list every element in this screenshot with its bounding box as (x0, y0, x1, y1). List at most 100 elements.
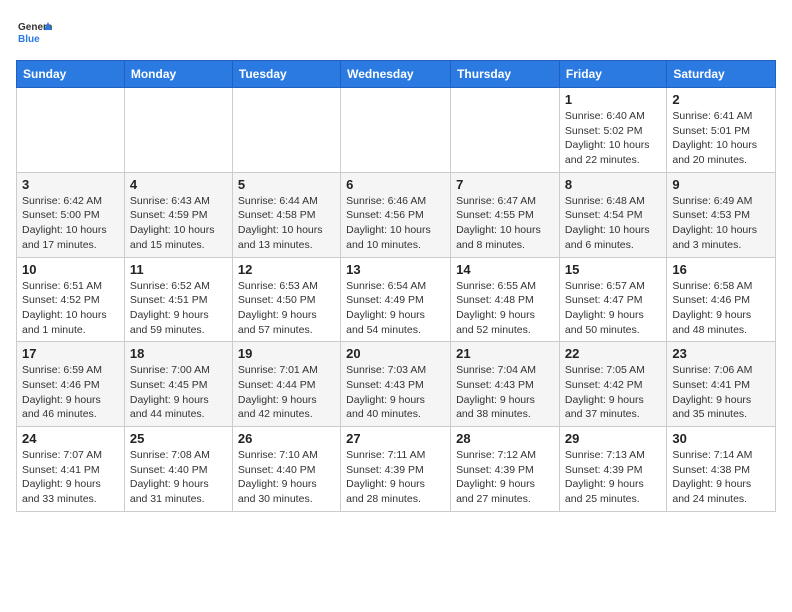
day-info: Sunrise: 6:58 AM Sunset: 4:46 PM Dayligh… (672, 279, 770, 338)
calendar-cell: 7Sunrise: 6:47 AM Sunset: 4:55 PM Daylig… (451, 172, 560, 257)
day-number: 16 (672, 262, 770, 277)
weekday-monday: Monday (124, 61, 232, 88)
day-number: 22 (565, 346, 661, 361)
week-row-3: 17 Sunrise: 6:59 AM Sunset: 4:46 PM Dayli… (17, 342, 776, 427)
calendar-cell: 17 Sunrise: 6:59 AM Sunset: 4:46 PM Dayli… (17, 342, 125, 427)
week-row-4: 24Sunrise: 7:07 AM Sunset: 4:41 PM Dayli… (17, 427, 776, 512)
calendar-cell: 22 Sunrise: 7:05 AM Sunset: 4:42 PM Dayli… (559, 342, 666, 427)
day-info: Sunrise: 6:48 AM Sunset: 4:54 PM Dayligh… (565, 194, 661, 253)
day-number: 12 (238, 262, 335, 277)
calendar-cell (17, 88, 125, 173)
weekday-tuesday: Tuesday (232, 61, 340, 88)
page-header: General Blue (16, 16, 776, 52)
calendar-cell: 5 Sunrise: 6:44 AM Sunset: 4:58 PM Daylig… (232, 172, 340, 257)
day-number: 25 (130, 431, 227, 446)
day-number: 4 (130, 177, 227, 192)
calendar-cell: 3 Sunrise: 6:42 AM Sunset: 5:00 PM Daylig… (17, 172, 125, 257)
calendar-cell: 21 Sunrise: 7:04 AM Sunset: 4:43 PM Dayli… (451, 342, 560, 427)
day-number: 8 (565, 177, 661, 192)
day-number: 19 (238, 346, 335, 361)
day-info: Sunrise: 7:12 AM Sunset: 4:39 PM Dayligh… (456, 448, 554, 507)
day-info: Sunrise: 6:54 AM Sunset: 4:49 PM Dayligh… (346, 279, 445, 338)
calendar-cell: 6 Sunrise: 6:46 AM Sunset: 4:56 PM Daylig… (341, 172, 451, 257)
day-info: Sunrise: 6:43 AM Sunset: 4:59 PM Dayligh… (130, 194, 227, 253)
calendar-cell: 23 Sunrise: 7:06 AM Sunset: 4:41 PM Dayli… (667, 342, 776, 427)
day-number: 29 (565, 431, 661, 446)
day-info: Sunrise: 7:13 AM Sunset: 4:39 PM Dayligh… (565, 448, 661, 507)
calendar-cell: 14 Sunrise: 6:55 AM Sunset: 4:48 PM Dayli… (451, 257, 560, 342)
day-info: Sunrise: 7:06 AM Sunset: 4:41 PM Dayligh… (672, 363, 770, 422)
day-info: Sunrise: 7:04 AM Sunset: 4:43 PM Dayligh… (456, 363, 554, 422)
day-info: Sunrise: 7:11 AM Sunset: 4:39 PM Dayligh… (346, 448, 445, 507)
calendar-cell: 19 Sunrise: 7:01 AM Sunset: 4:44 PM Dayli… (232, 342, 340, 427)
day-number: 30 (672, 431, 770, 446)
day-number: 1 (565, 92, 661, 107)
calendar-cell: 24Sunrise: 7:07 AM Sunset: 4:41 PM Dayli… (17, 427, 125, 512)
day-info: Sunrise: 6:52 AM Sunset: 4:51 PM Dayligh… (130, 279, 227, 338)
day-info: Sunrise: 7:01 AM Sunset: 4:44 PM Dayligh… (238, 363, 335, 422)
calendar-cell: 12 Sunrise: 6:53 AM Sunset: 4:50 PM Dayli… (232, 257, 340, 342)
calendar-cell: 20 Sunrise: 7:03 AM Sunset: 4:43 PM Dayli… (341, 342, 451, 427)
day-info: Sunrise: 6:53 AM Sunset: 4:50 PM Dayligh… (238, 279, 335, 338)
day-number: 13 (346, 262, 445, 277)
day-number: 9 (672, 177, 770, 192)
day-number: 2 (672, 92, 770, 107)
weekday-wednesday: Wednesday (341, 61, 451, 88)
calendar-cell: 18 Sunrise: 7:00 AM Sunset: 4:45 PM Dayli… (124, 342, 232, 427)
day-info: Sunrise: 7:05 AM Sunset: 4:42 PM Dayligh… (565, 363, 661, 422)
week-row-1: 3 Sunrise: 6:42 AM Sunset: 5:00 PM Daylig… (17, 172, 776, 257)
day-number: 21 (456, 346, 554, 361)
calendar-cell: 11Sunrise: 6:52 AM Sunset: 4:51 PM Dayli… (124, 257, 232, 342)
day-number: 26 (238, 431, 335, 446)
calendar-cell: 10 Sunrise: 6:51 AM Sunset: 4:52 PM Dayli… (17, 257, 125, 342)
day-info: Sunrise: 7:07 AM Sunset: 4:41 PM Dayligh… (22, 448, 119, 507)
day-number: 7 (456, 177, 554, 192)
day-info: Sunrise: 6:59 AM Sunset: 4:46 PM Dayligh… (22, 363, 119, 422)
day-info: Sunrise: 6:42 AM Sunset: 5:00 PM Dayligh… (22, 194, 119, 253)
logo: General Blue (16, 16, 52, 52)
day-info: Sunrise: 7:08 AM Sunset: 4:40 PM Dayligh… (130, 448, 227, 507)
day-info: Sunrise: 6:57 AM Sunset: 4:47 PM Dayligh… (565, 279, 661, 338)
day-number: 28 (456, 431, 554, 446)
day-number: 15 (565, 262, 661, 277)
calendar-cell: 30Sunrise: 7:14 AM Sunset: 4:38 PM Dayli… (667, 427, 776, 512)
calendar-cell: 29 Sunrise: 7:13 AM Sunset: 4:39 PM Dayli… (559, 427, 666, 512)
logo-svg: General Blue (16, 16, 52, 52)
calendar-cell: 26 Sunrise: 7:10 AM Sunset: 4:40 PM Dayli… (232, 427, 340, 512)
calendar-cell: 15 Sunrise: 6:57 AM Sunset: 4:47 PM Dayli… (559, 257, 666, 342)
day-number: 6 (346, 177, 445, 192)
day-info: Sunrise: 7:00 AM Sunset: 4:45 PM Dayligh… (130, 363, 227, 422)
week-row-2: 10 Sunrise: 6:51 AM Sunset: 4:52 PM Dayli… (17, 257, 776, 342)
day-info: Sunrise: 7:10 AM Sunset: 4:40 PM Dayligh… (238, 448, 335, 507)
day-info: Sunrise: 6:51 AM Sunset: 4:52 PM Dayligh… (22, 279, 119, 338)
calendar-cell: 1 Sunrise: 6:40 AM Sunset: 5:02 PM Daylig… (559, 88, 666, 173)
day-number: 23 (672, 346, 770, 361)
calendar-cell (341, 88, 451, 173)
day-info: Sunrise: 6:40 AM Sunset: 5:02 PM Dayligh… (565, 109, 661, 168)
calendar-cell: 27Sunrise: 7:11 AM Sunset: 4:39 PM Dayli… (341, 427, 451, 512)
day-number: 18 (130, 346, 227, 361)
day-info: Sunrise: 6:41 AM Sunset: 5:01 PM Dayligh… (672, 109, 770, 168)
day-number: 20 (346, 346, 445, 361)
day-number: 17 (22, 346, 119, 361)
weekday-header-row: SundayMondayTuesdayWednesdayThursdayFrid… (17, 61, 776, 88)
weekday-sunday: Sunday (17, 61, 125, 88)
day-number: 5 (238, 177, 335, 192)
day-info: Sunrise: 6:46 AM Sunset: 4:56 PM Dayligh… (346, 194, 445, 253)
calendar-cell: 16 Sunrise: 6:58 AM Sunset: 4:46 PM Dayli… (667, 257, 776, 342)
svg-text:Blue: Blue (18, 34, 40, 45)
day-info: Sunrise: 6:49 AM Sunset: 4:53 PM Dayligh… (672, 194, 770, 253)
calendar-cell: 2 Sunrise: 6:41 AM Sunset: 5:01 PM Daylig… (667, 88, 776, 173)
calendar-cell: 25 Sunrise: 7:08 AM Sunset: 4:40 PM Dayli… (124, 427, 232, 512)
day-info: Sunrise: 6:44 AM Sunset: 4:58 PM Dayligh… (238, 194, 335, 253)
weekday-thursday: Thursday (451, 61, 560, 88)
day-number: 14 (456, 262, 554, 277)
day-number: 10 (22, 262, 119, 277)
calendar-cell: 13 Sunrise: 6:54 AM Sunset: 4:49 PM Dayli… (341, 257, 451, 342)
day-info: Sunrise: 7:03 AM Sunset: 4:43 PM Dayligh… (346, 363, 445, 422)
day-number: 3 (22, 177, 119, 192)
day-info: Sunrise: 6:55 AM Sunset: 4:48 PM Dayligh… (456, 279, 554, 338)
calendar-cell (451, 88, 560, 173)
weekday-saturday: Saturday (667, 61, 776, 88)
calendar-table: SundayMondayTuesdayWednesdayThursdayFrid… (16, 60, 776, 512)
